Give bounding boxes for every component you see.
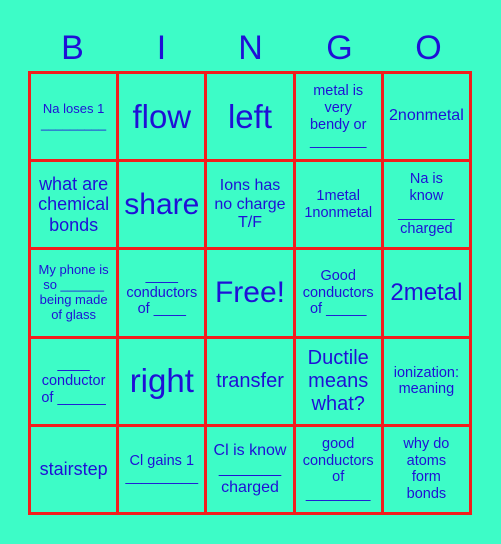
- bingo-cell[interactable]: Na loses 1 _________: [31, 74, 117, 160]
- bingo-cell[interactable]: Ductile means what?: [295, 338, 381, 424]
- header-letter-o: O: [415, 29, 442, 67]
- header-letter-n: N: [238, 29, 263, 67]
- header-letter-i: I: [156, 29, 167, 67]
- bingo-cell[interactable]: 1metal 1nonmetal: [295, 162, 381, 248]
- bingo-cell[interactable]: flow: [119, 74, 205, 160]
- bingo-board: Na loses 1 _________ flow left metal is …: [28, 71, 472, 515]
- bingo-cell[interactable]: why do atoms form bonds: [383, 426, 469, 512]
- bingo-cell[interactable]: left: [207, 74, 293, 160]
- bingo-cell[interactable]: Good conductors of _____: [295, 250, 381, 336]
- bingo-cell[interactable]: ionization: meaning: [383, 338, 469, 424]
- bingo-cell[interactable]: metal is very bendy or _______: [295, 74, 381, 160]
- bingo-cell[interactable]: ____ conductor of ______: [31, 338, 117, 424]
- bingo-cell[interactable]: share: [119, 162, 205, 248]
- bingo-cell[interactable]: Cl is know _______ charged: [207, 426, 293, 512]
- bingo-cell[interactable]: Na is know _______ charged: [383, 162, 469, 248]
- bingo-cell[interactable]: good conductors of ________: [295, 426, 381, 512]
- header-letter-g: G: [326, 29, 353, 67]
- bingo-cell[interactable]: stairstep: [31, 426, 117, 512]
- bingo-cell[interactable]: right: [119, 338, 205, 424]
- free-space[interactable]: Free!: [207, 250, 293, 336]
- bingo-cell[interactable]: Cl gains 1 _________: [119, 426, 205, 512]
- bingo-cell[interactable]: transfer: [207, 338, 293, 424]
- bingo-cell[interactable]: 2nonmetal: [383, 74, 469, 160]
- bingo-cell[interactable]: Ions has no charge T/F: [207, 162, 293, 248]
- bingo-cell[interactable]: 2metal: [383, 250, 469, 336]
- header-letter-b: B: [61, 29, 84, 67]
- bingo-header: B I N G O: [28, 26, 473, 70]
- bingo-cell[interactable]: My phone is so ______ being made of glas…: [31, 250, 117, 336]
- bingo-cell[interactable]: what are chemical bonds: [31, 162, 117, 248]
- bingo-cell[interactable]: ____ conductors of ____: [119, 250, 205, 336]
